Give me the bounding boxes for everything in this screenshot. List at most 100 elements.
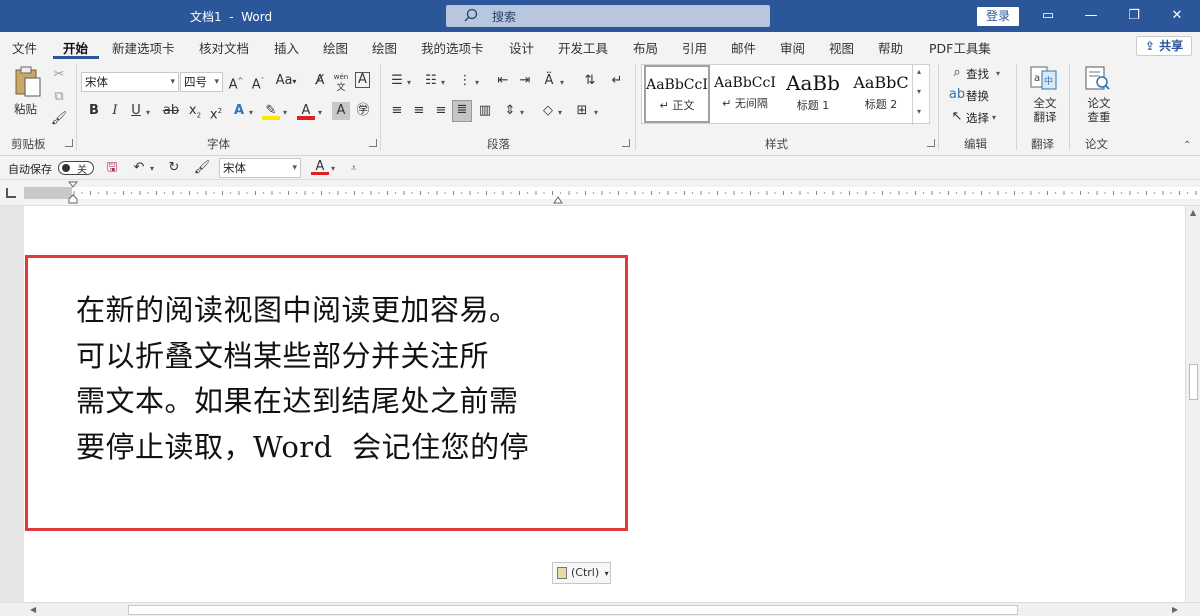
- strikethrough-icon[interactable]: ab: [160, 102, 182, 120]
- numbering-icon[interactable]: ☷: [422, 72, 440, 90]
- shrink-font-icon[interactable]: Aˇ: [249, 72, 267, 92]
- subscript-icon[interactable]: x2: [186, 102, 204, 120]
- tab-help[interactable]: 帮助: [878, 38, 903, 57]
- customize-qat-icon[interactable]: ⩡: [351, 163, 357, 174]
- chevron-down-icon[interactable]: ▾: [249, 108, 253, 117]
- ribbon-display-icon[interactable]: ▭: [1038, 6, 1058, 26]
- scroll-thumb[interactable]: [1189, 364, 1198, 400]
- text-effects-icon[interactable]: A: [230, 102, 248, 120]
- full-translate-button[interactable]: a中 全文 翻译: [1024, 66, 1064, 130]
- change-case-icon[interactable]: Aa▾: [274, 72, 298, 90]
- clear-format-icon[interactable]: A̸: [311, 72, 329, 90]
- font-size-combo[interactable]: 四号 ▾: [180, 72, 223, 92]
- style-normal[interactable]: AaBbCcI ↵ 正文: [644, 65, 710, 123]
- justify-icon[interactable]: ≣: [452, 100, 472, 122]
- scroll-up-icon[interactable]: ▲: [1190, 208, 1196, 217]
- horizontal-scrollbar[interactable]: ◀ ▶: [0, 602, 1200, 616]
- chevron-up-icon[interactable]: ▴: [917, 67, 921, 76]
- bullets-icon[interactable]: ☰: [388, 72, 406, 90]
- tab-design[interactable]: 设计: [509, 38, 534, 57]
- find-button[interactable]: ⌕ 查找 ▾: [948, 64, 1010, 82]
- multilevel-list-icon[interactable]: ⋮: [456, 72, 474, 90]
- chevron-down-icon[interactable]: ▾: [520, 108, 524, 117]
- distribute-icon[interactable]: ▥: [476, 102, 494, 120]
- underline-icon[interactable]: U: [127, 102, 145, 120]
- align-left-icon[interactable]: ≡: [388, 102, 406, 120]
- tab-developer[interactable]: 开发工具: [558, 38, 608, 57]
- format-painter-icon[interactable]: 🖌: [193, 159, 211, 177]
- scroll-right-icon[interactable]: ▶: [1172, 605, 1178, 614]
- chevron-down-icon[interactable]: ▾: [917, 87, 921, 96]
- tab-my-tab[interactable]: 我的选项卡: [421, 38, 484, 57]
- qat-font-color-icon[interactable]: A: [311, 158, 329, 175]
- chevron-down-icon[interactable]: ▾: [318, 108, 322, 117]
- paper-check-button[interactable]: 论文 查重: [1078, 66, 1118, 130]
- borders-icon[interactable]: ⊞: [573, 102, 591, 120]
- paragraph-launcher-icon[interactable]: [622, 139, 630, 147]
- scroll-thumb[interactable]: [128, 605, 1018, 615]
- select-button[interactable]: ↖ 选择 ▾: [948, 108, 1010, 126]
- font-name-combo[interactable]: 宋体 ▾: [81, 72, 179, 92]
- style-heading-1[interactable]: AaBb 标题 1: [780, 65, 846, 123]
- sort-icon[interactable]: ⇅: [581, 72, 599, 90]
- save-icon[interactable]: 🖫: [103, 159, 121, 177]
- more-icon[interactable]: ▾: [917, 107, 921, 116]
- chevron-down-icon[interactable]: ▾: [475, 78, 479, 87]
- format-painter-icon[interactable]: 🖌: [50, 110, 68, 128]
- chevron-down-icon[interactable]: ▾: [283, 108, 287, 117]
- highlight-icon[interactable]: ✎: [262, 102, 280, 120]
- chevron-down-icon[interactable]: ▾: [558, 108, 562, 117]
- collapse-ribbon-icon[interactable]: ⌃: [1183, 140, 1191, 151]
- tab-review-doc[interactable]: 核对文档: [199, 38, 249, 57]
- search-box[interactable]: 搜索: [446, 5, 770, 27]
- undo-icon[interactable]: ↶: [130, 159, 148, 177]
- tab-file[interactable]: 文件: [12, 38, 37, 57]
- styles-scroll[interactable]: ▴ ▾ ▾: [912, 65, 928, 125]
- chinese-layout-icon[interactable]: Ä: [540, 72, 558, 90]
- copy-icon[interactable]: ⧉: [50, 88, 68, 106]
- tab-draw-1[interactable]: 绘图: [323, 38, 348, 57]
- vertical-scrollbar[interactable]: ▲: [1185, 206, 1200, 602]
- indent-marker-icon[interactable]: [68, 181, 78, 205]
- style-heading-2[interactable]: AaBbC 标题 2: [848, 65, 914, 123]
- tab-selector-icon[interactable]: [6, 188, 16, 198]
- tab-mailings[interactable]: 邮件: [731, 38, 756, 57]
- superscript-icon[interactable]: x2: [207, 102, 225, 122]
- chevron-down-icon[interactable]: ▾: [407, 78, 411, 87]
- redo-icon[interactable]: ↻: [165, 159, 183, 177]
- show-marks-icon[interactable]: ↵: [608, 72, 626, 90]
- align-center-icon[interactable]: ≡: [410, 102, 428, 120]
- align-right-icon[interactable]: ≡: [432, 102, 450, 120]
- document-text[interactable]: 在新的阅读视图中阅读更加容易。 可以折叠文档某些部分并关注所 需文本。如果在达到…: [76, 288, 566, 470]
- autosave-toggle[interactable]: 关: [58, 161, 94, 176]
- tab-references[interactable]: 引用: [682, 38, 707, 57]
- styles-launcher-icon[interactable]: [927, 139, 935, 147]
- chevron-down-icon[interactable]: ▾: [560, 78, 564, 87]
- clipboard-launcher-icon[interactable]: [65, 139, 73, 147]
- font-launcher-icon[interactable]: [369, 139, 377, 147]
- qat-font-combo[interactable]: 宋体 ▾: [219, 158, 301, 178]
- tab-view[interactable]: 视图: [829, 38, 854, 57]
- shading-icon[interactable]: ◇: [539, 102, 557, 120]
- grow-font-icon[interactable]: A^: [227, 72, 245, 92]
- ruler-track[interactable]: [24, 187, 1200, 199]
- char-shading-icon[interactable]: A: [332, 102, 350, 120]
- chevron-down-icon[interactable]: ▾: [594, 108, 598, 117]
- scroll-left-icon[interactable]: ◀: [30, 605, 36, 614]
- tab-draw-2[interactable]: 绘图: [372, 38, 397, 57]
- tab-insert[interactable]: 插入: [274, 38, 299, 57]
- share-button[interactable]: ⇪ 共享: [1136, 36, 1192, 56]
- chevron-down-icon[interactable]: ▾: [441, 78, 445, 87]
- right-indent-marker-icon[interactable]: [553, 196, 563, 204]
- replace-button[interactable]: ab 替换: [948, 86, 1010, 104]
- font-color-icon[interactable]: A: [297, 102, 315, 120]
- login-button[interactable]: 登录: [977, 7, 1019, 26]
- line-spacing-icon[interactable]: ⇕: [501, 102, 519, 120]
- close-icon[interactable]: ✕: [1167, 6, 1187, 26]
- chevron-down-icon[interactable]: ▾: [331, 164, 335, 173]
- tab-new-tab[interactable]: 新建选项卡: [112, 38, 175, 57]
- phonetic-guide-icon[interactable]: wén 文: [333, 71, 349, 93]
- restore-icon[interactable]: ❐: [1124, 6, 1144, 26]
- cut-icon[interactable]: ✂: [50, 66, 68, 84]
- chevron-down-icon[interactable]: ▾: [146, 108, 150, 117]
